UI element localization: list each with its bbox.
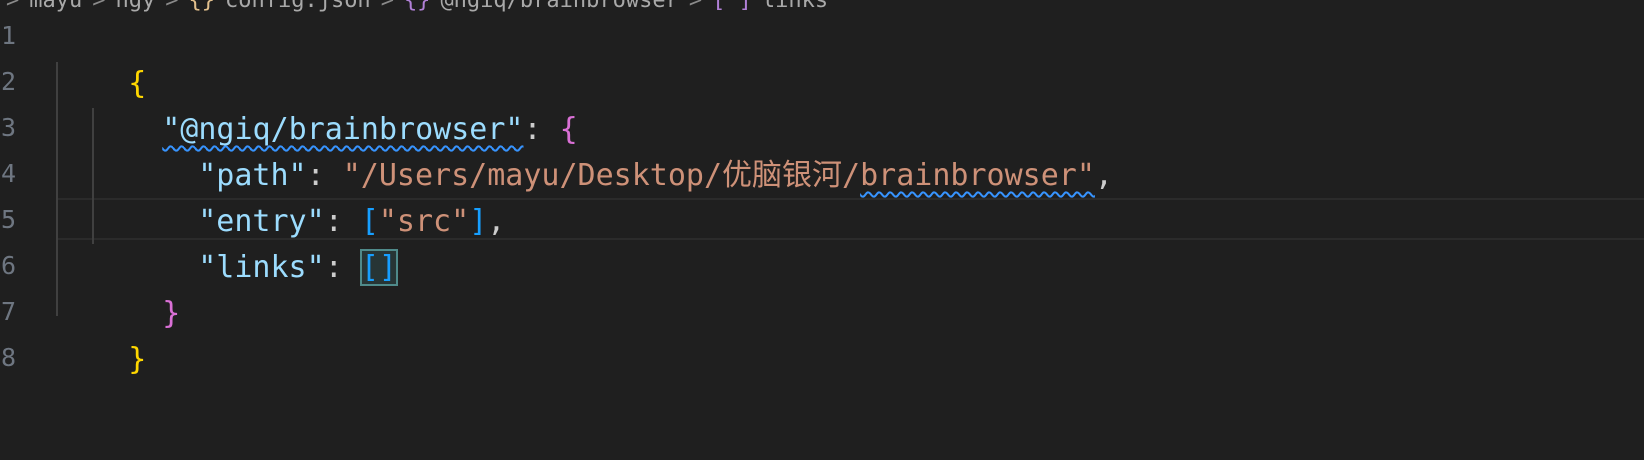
object-close-brace: } (162, 296, 181, 331)
code-line-7[interactable]: } (56, 288, 146, 377)
links-empty-array: [] (359, 249, 398, 286)
line-number: 8 (0, 343, 16, 372)
code-line-4[interactable]: "entry": ["src"], (126, 150, 505, 239)
line-number: 3 (0, 113, 16, 142)
entry-close-bracket: ] (469, 204, 488, 239)
comma: , (487, 204, 506, 239)
line-number: 2 (0, 67, 16, 96)
line-number: 4 (0, 159, 16, 188)
code-editor[interactable]: 1 2 3 4 5 6 7 8 { "@ngiq/brainbrowser": … (0, 12, 1644, 460)
line-number: 7 (0, 297, 16, 326)
code-line-6[interactable]: } (90, 242, 180, 331)
code-line-3[interactable]: "path": "/Users/mayu/Desktop/优脑银河/brainb… (126, 104, 1113, 193)
comma: , (1094, 158, 1113, 193)
line-number: 6 (0, 251, 16, 280)
line-number: 1 (0, 21, 16, 50)
path-value-tail: brainbrowser" (860, 158, 1095, 193)
code-line-1[interactable]: { (56, 12, 146, 101)
links-key: "links" (198, 250, 325, 285)
code-line-2[interactable]: "@ngiq/brainbrowser": { (90, 58, 577, 147)
code-line-5[interactable]: "links": [] (126, 196, 398, 286)
colon: : (324, 250, 361, 285)
root-close-brace: } (128, 342, 147, 377)
line-number: 5 (0, 205, 16, 234)
